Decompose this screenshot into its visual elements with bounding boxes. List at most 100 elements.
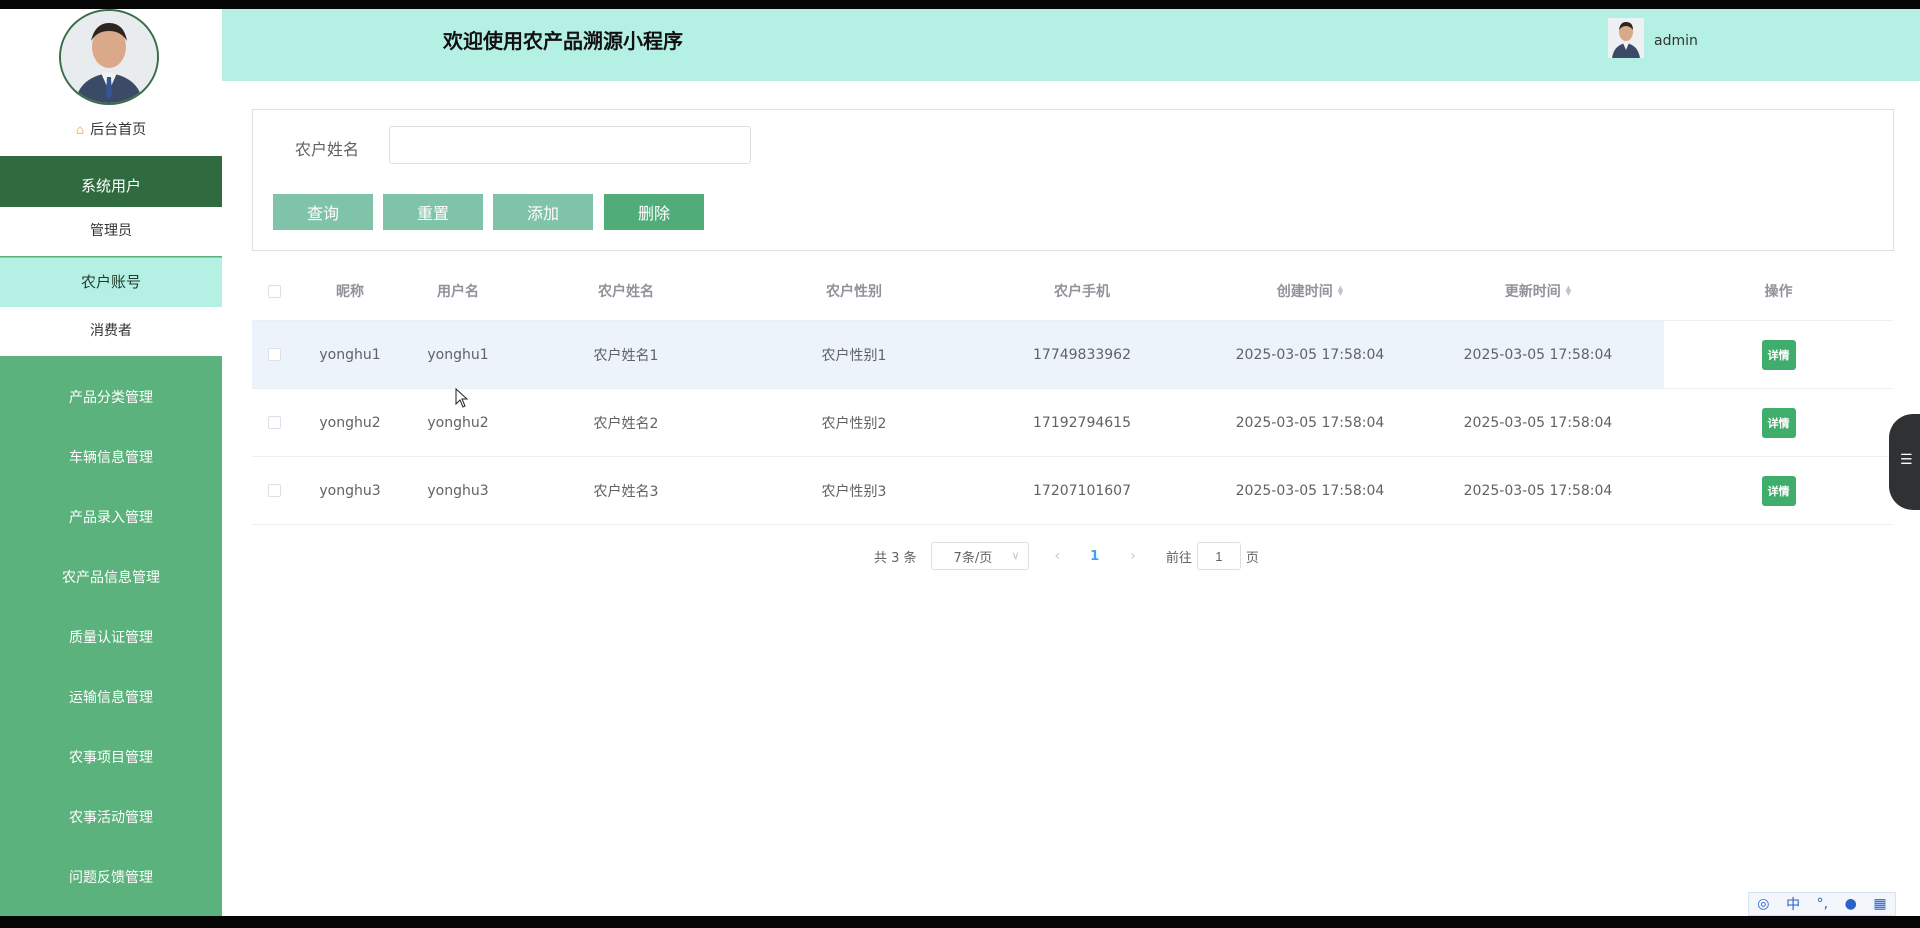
page-size-select[interactable]: 7条/页 ∨ — [930, 542, 1029, 570]
cell-farmer-phone: 17192794615 — [1033, 414, 1131, 431]
cell-farmer-name: 农户姓名3 — [593, 483, 659, 500]
page-title: 欢迎使用农产品溯源小程序 — [443, 29, 683, 53]
cell-farmer-gender: 农户性别3 — [821, 483, 887, 500]
row-select-cell — [252, 321, 296, 388]
col-farmer-phone: 农户手机 — [1054, 284, 1110, 300]
col-nickname: 昵称 — [336, 284, 364, 300]
prev-page-icon[interactable]: ‹ — [1055, 548, 1061, 564]
col-farmer-name: 农户姓名 — [598, 284, 654, 300]
sort-icon[interactable]: ▲ ▼ — [1338, 285, 1343, 297]
goto-page-input[interactable] — [1196, 542, 1241, 570]
table-header: 昵称 用户名 农户姓名 农户性别 农户手机 创建时间 ▲ ▼ 更新时间 ▲ ▼ 操作 — [252, 262, 1893, 321]
cell-farmer-name: 农户姓名1 — [593, 347, 659, 364]
search-panel: 农户姓名 查询 重置 添加 删除 — [252, 109, 1894, 251]
cell-updated-time: 2025-03-05 17:58:04 — [1463, 414, 1613, 431]
farmer-name-label: 农户姓名 — [295, 140, 360, 159]
table-row[interactable]: yonghu1 yonghu1 农户姓名1 农户性别1 17749833962 … — [252, 321, 1893, 389]
cell-actions: 详情 — [1664, 389, 1893, 456]
cell-farmer-gender: 农户性别2 — [821, 415, 887, 432]
col-farmer-gender: 农户性别 — [826, 284, 882, 300]
ime-toolbar[interactable]: ◎ 中 °, ● ▦ — [1748, 892, 1896, 916]
cell-created-time: 2025-03-05 17:58:04 — [1235, 414, 1385, 431]
row-select-cell — [252, 457, 296, 524]
window-bottom-bar — [0, 916, 1920, 928]
data-table: 昵称 用户名 农户姓名 农户性别 农户手机 创建时间 ▲ ▼ 更新时间 ▲ ▼ 操作… — [252, 262, 1893, 525]
menu-feedback[interactable]: 问题反馈管理 — [0, 848, 222, 908]
home-icon: ⌂ — [75, 123, 85, 138]
home-link[interactable]: ⌂ 后台首页 — [0, 119, 222, 139]
chevron-down-icon: ∨ — [1011, 549, 1020, 562]
home-label: 后台首页 — [90, 122, 147, 138]
page-number-current[interactable]: 1 — [1090, 549, 1099, 564]
user-avatar[interactable] — [1608, 18, 1644, 58]
cell-updated-time: 2025-03-05 17:58:04 — [1463, 482, 1613, 499]
sort-icon[interactable]: ▲ ▼ — [1566, 285, 1571, 297]
cell-farmer-name: 农户姓名2 — [593, 415, 659, 432]
row-checkbox[interactable] — [267, 484, 281, 497]
detail-button[interactable]: 详情 — [1761, 339, 1796, 370]
cell-nickname: yonghu3 — [319, 482, 381, 499]
submenu-admin[interactable]: 管理员 — [0, 207, 222, 256]
delete-button[interactable]: 删除 — [604, 194, 704, 230]
add-button[interactable]: 添加 — [493, 194, 593, 230]
list-icon: ☰ — [1900, 452, 1913, 468]
cell-farmer-phone: 17749833962 — [1033, 346, 1131, 363]
menu-product-entry[interactable]: 产品录入管理 — [0, 488, 222, 548]
row-checkbox[interactable] — [267, 416, 281, 429]
detail-button[interactable]: 详情 — [1761, 407, 1796, 438]
cell-actions: 详情 — [1664, 321, 1893, 388]
window-top-bar — [0, 0, 1920, 9]
mouse-cursor-icon — [455, 388, 469, 408]
header: 欢迎使用农产品溯源小程序 admin — [222, 9, 1920, 81]
menu-agri-product-info[interactable]: 农产品信息管理 — [0, 548, 222, 608]
cell-farmer-gender: 农户性别1 — [821, 347, 887, 364]
row-select-cell — [252, 389, 296, 456]
cell-created-time: 2025-03-05 17:58:04 — [1235, 346, 1385, 363]
menu-transport-info[interactable]: 运输信息管理 — [0, 668, 222, 728]
pagination-total: 共 3 条 — [874, 550, 917, 566]
cell-nickname: yonghu1 — [319, 346, 381, 363]
ime-lang-toggle[interactable]: 中 — [1786, 894, 1800, 914]
col-username: 用户名 — [437, 284, 479, 300]
submenu-consumer[interactable]: 消费者 — [0, 307, 222, 356]
detail-button[interactable]: 详情 — [1761, 475, 1796, 506]
microphone-icon[interactable]: ● — [1845, 896, 1857, 912]
username-label[interactable]: admin — [1654, 9, 1698, 73]
select-all-checkbox[interactable] — [267, 284, 281, 298]
cell-actions: 详情 — [1664, 457, 1893, 524]
grid-icon[interactable]: ▦ — [1873, 896, 1886, 912]
pagination: 共 3 条 7条/页 ∨ ‹ 1 › 前往 页 — [874, 541, 1259, 571]
avatar — [59, 9, 159, 105]
menu-vehicle-info[interactable]: 车辆信息管理 — [0, 428, 222, 488]
cell-farmer-phone: 17207101607 — [1033, 482, 1131, 499]
col-created-time[interactable]: 创建时间 ▲ ▼ — [1196, 262, 1424, 320]
cell-updated-time: 2025-03-05 17:58:04 — [1463, 346, 1613, 363]
ime-logo-icon: ◎ — [1757, 896, 1770, 912]
menu-quality-cert[interactable]: 质量认证管理 — [0, 608, 222, 668]
side-toggle-tab[interactable]: ☰ — [1889, 414, 1920, 510]
table-row[interactable]: yonghu3 yonghu3 农户姓名3 农户性别3 17207101607 … — [252, 457, 1893, 525]
page-size-value: 7条/页 — [953, 550, 993, 566]
table-row[interactable]: yonghu2 yonghu2 农户姓名2 农户性别2 17192794615 … — [252, 389, 1893, 457]
menu-farm-project[interactable]: 农事项目管理 — [0, 728, 222, 788]
cell-username: yonghu1 — [427, 346, 489, 363]
menu-product-category[interactable]: 产品分类管理 — [0, 368, 222, 428]
reset-button[interactable]: 重置 — [383, 194, 483, 230]
cell-username: yonghu3 — [427, 482, 489, 499]
cell-nickname: yonghu2 — [319, 414, 381, 431]
ime-punct-icon[interactable]: °, — [1817, 896, 1828, 912]
menu-farm-activity[interactable]: 农事活动管理 — [0, 788, 222, 848]
select-all-cell — [252, 262, 296, 320]
sidebar-profile: ⌂ 后台首页 — [0, 9, 222, 156]
query-button[interactable]: 查询 — [273, 194, 373, 230]
col-updated-label: 更新时间 — [1504, 284, 1561, 300]
next-page-icon[interactable]: › — [1130, 548, 1136, 564]
submenu-farmer-account[interactable]: 农户账号 — [0, 257, 222, 308]
col-actions: 操作 — [1764, 284, 1793, 300]
cell-created-time: 2025-03-05 17:58:04 — [1235, 482, 1385, 499]
row-checkbox[interactable] — [267, 348, 281, 361]
goto-prefix: 前往 — [1165, 550, 1192, 566]
col-updated-time[interactable]: 更新时间 ▲ ▼ — [1424, 262, 1652, 320]
goto-suffix: 页 — [1245, 550, 1259, 566]
farmer-name-input[interactable] — [389, 126, 751, 164]
